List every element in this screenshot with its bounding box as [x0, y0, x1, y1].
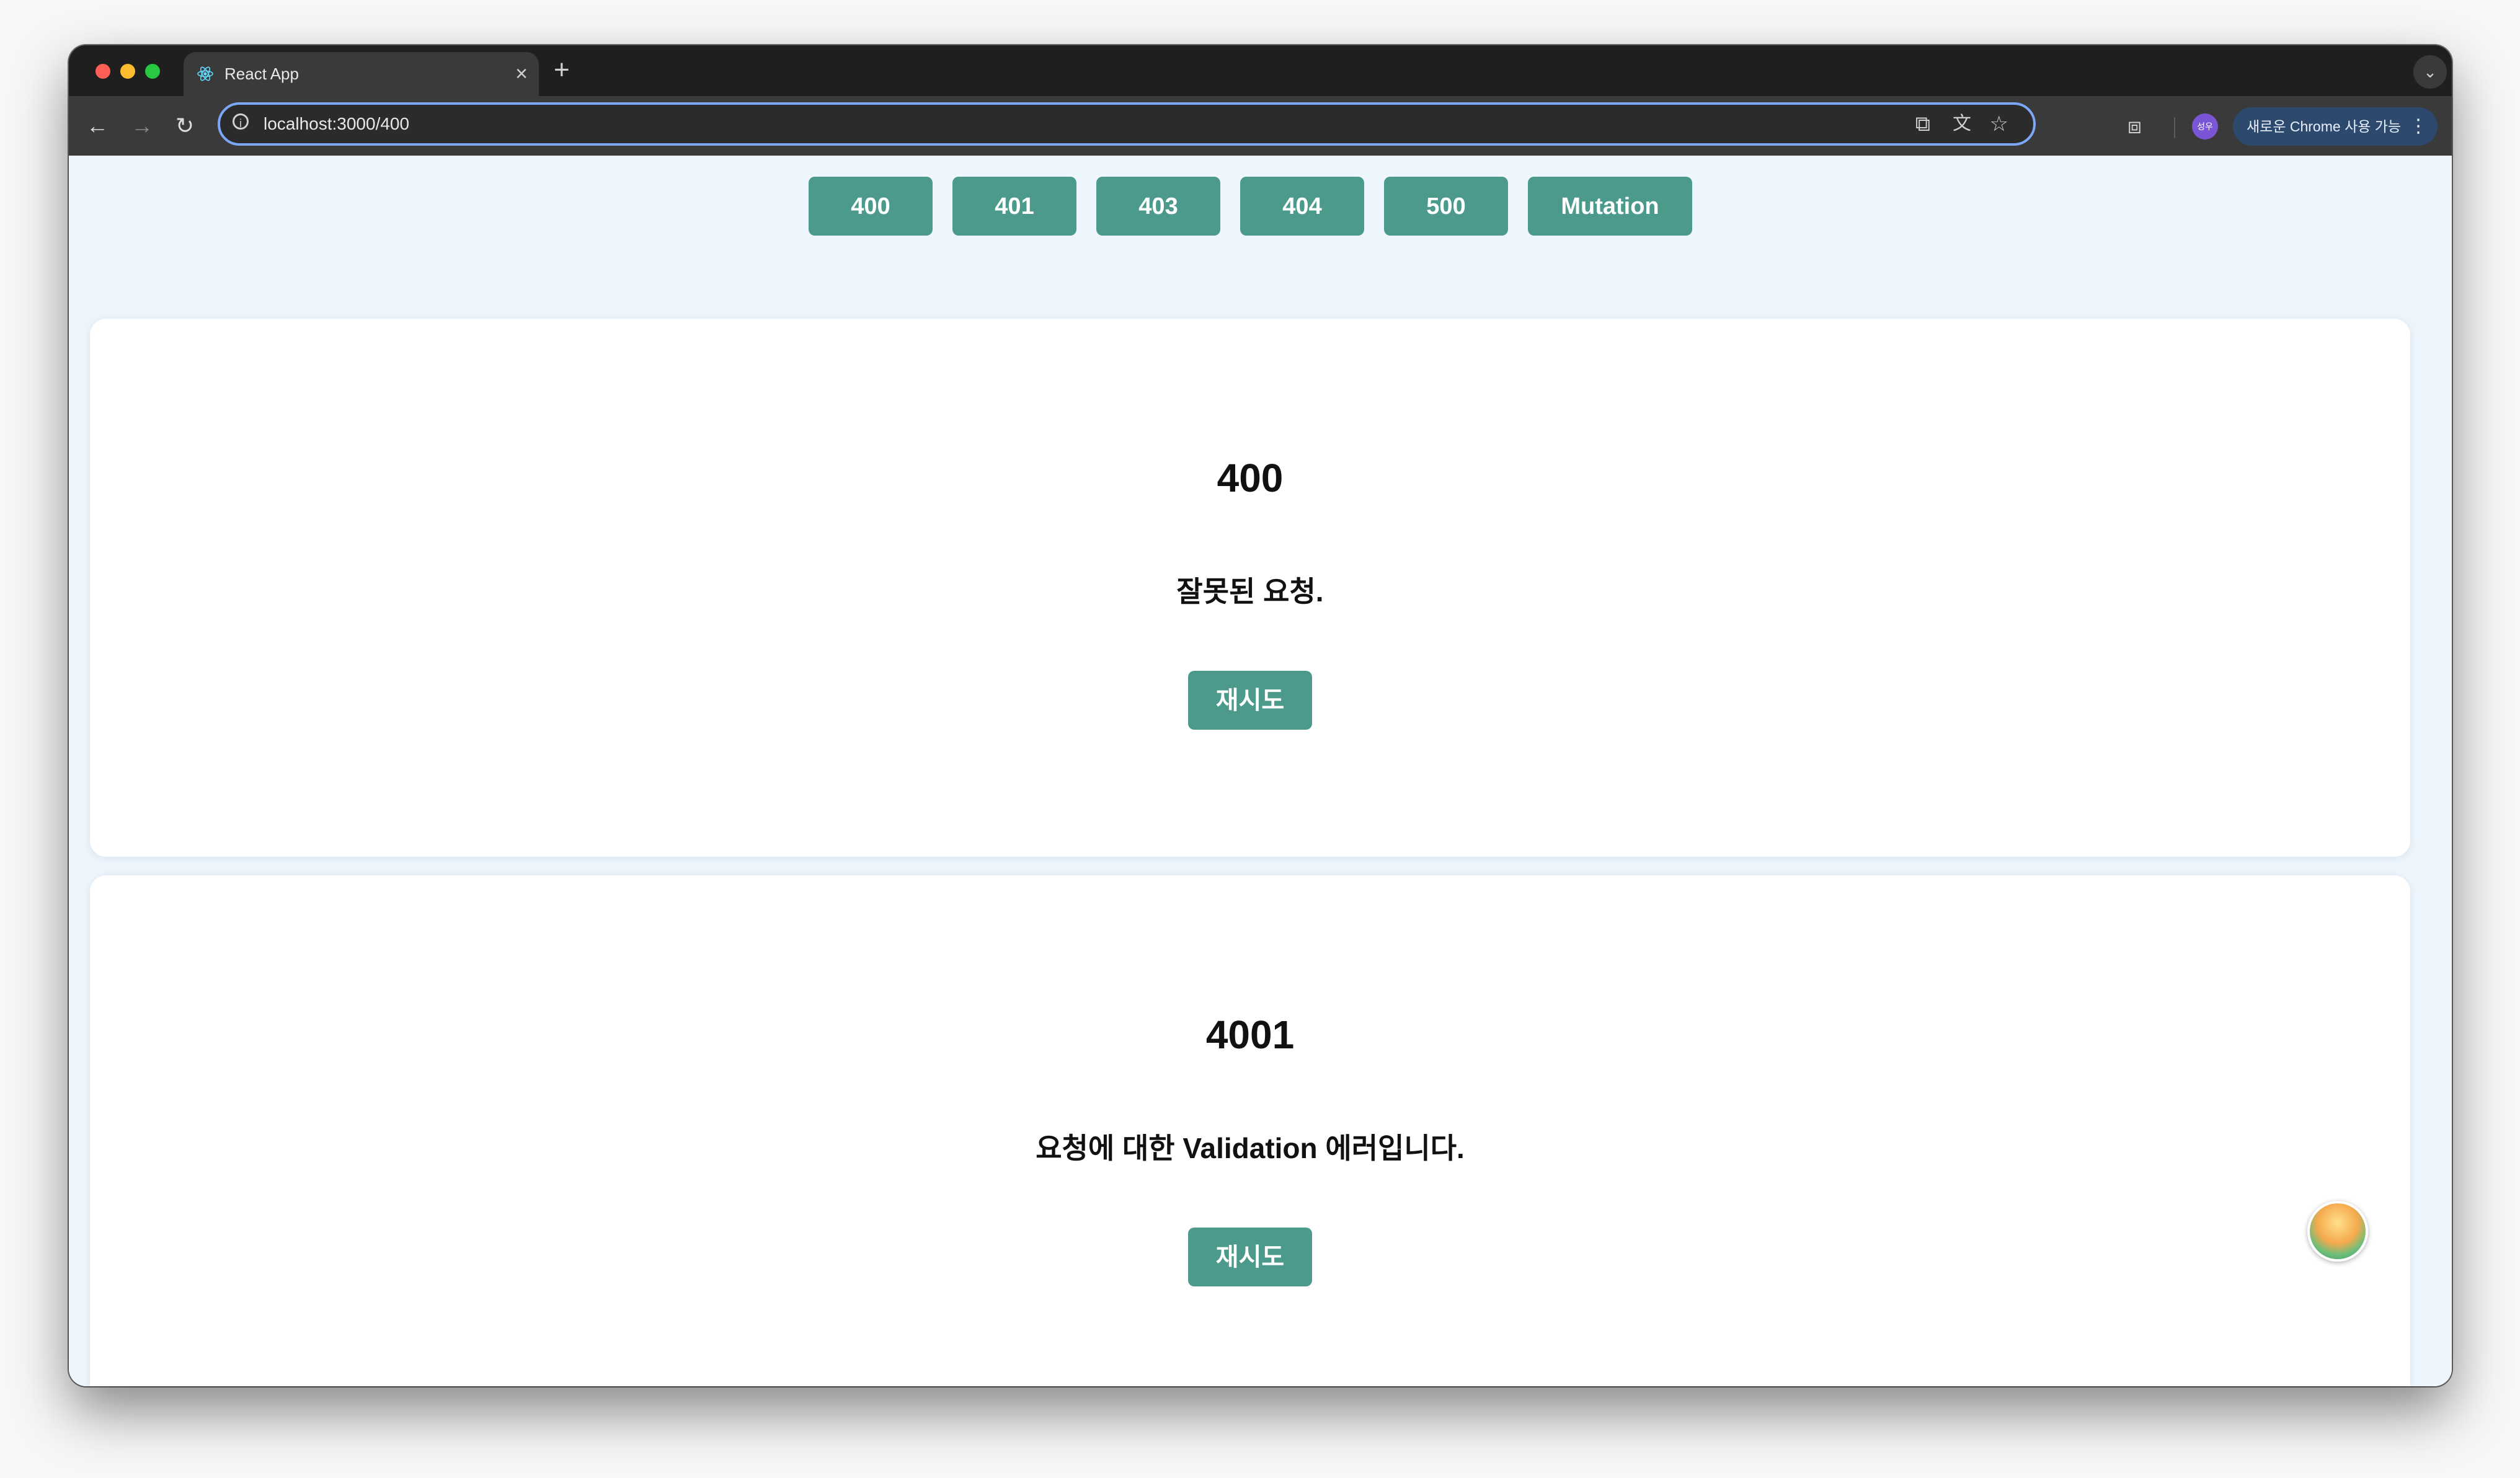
toolbar-divider: [2174, 117, 2175, 138]
retry-button[interactable]: 재시도: [1188, 671, 1312, 730]
react-logo-icon: [197, 66, 213, 81]
tab-close-icon[interactable]: ×: [515, 62, 528, 86]
tab-strip: React App × + ⌄: [69, 45, 2452, 96]
new-tab-icon[interactable]: +: [554, 55, 570, 85]
nav-button-401[interactable]: 401: [952, 177, 1076, 236]
nav-button-500[interactable]: 500: [1384, 177, 1508, 236]
address-bar[interactable]: i localhost:3000/400 ⧉ 文 ☆: [218, 102, 2036, 146]
address-url[interactable]: localhost:3000/400: [264, 113, 409, 135]
extensions-icon[interactable]: ⧈: [2127, 112, 2142, 139]
retry-button[interactable]: 재시도: [1188, 1228, 1312, 1286]
error-message: 요청에 대한 Validation 에러입니다.: [1036, 1132, 1465, 1164]
tab-search-icon[interactable]: ⌄: [2413, 55, 2447, 89]
tab-react-app[interactable]: React App ×: [184, 52, 539, 96]
open-external-icon[interactable]: ⧉: [1915, 111, 1930, 137]
nav-button-404[interactable]: 404: [1240, 177, 1364, 236]
back-icon[interactable]: ←: [86, 110, 109, 142]
floating-assistant-avatar[interactable]: [2307, 1201, 2368, 1262]
error-message: 잘못된 요청.: [1176, 575, 1324, 608]
error-card: 4001 요청에 대한 Validation 에러입니다. 재시도: [90, 875, 2410, 1386]
error-card: 400 잘못된 요청. 재시도: [90, 319, 2410, 857]
error-code: 4001: [1205, 1012, 1295, 1057]
chrome-update-button[interactable]: 새로운 Chrome 사용 가능 ⋮: [2233, 107, 2438, 146]
menu-more-icon[interactable]: ⋮: [2409, 107, 2428, 146]
update-label: 새로운 Chrome 사용 가능: [2247, 118, 2402, 135]
maximize-window-button[interactable]: [145, 64, 160, 79]
nav-button-403[interactable]: 403: [1096, 177, 1220, 236]
star-icon[interactable]: ☆: [1990, 111, 2008, 137]
minimize-window-button[interactable]: [120, 64, 135, 79]
info-icon[interactable]: i: [233, 113, 249, 130]
nav-button-400[interactable]: 400: [809, 177, 933, 236]
forward-icon[interactable]: →: [131, 110, 153, 142]
browser-window: React App × + ⌄ ← → ↻ i localhost:3000/4…: [69, 45, 2452, 1386]
translate-icon[interactable]: 文: [1953, 111, 1971, 137]
error-nav: 400 401 403 404 500 Mutation: [69, 177, 2452, 236]
tab-title: React App: [224, 64, 299, 83]
browser-toolbar: ← → ↻ i localhost:3000/400 ⧉ 文 ☆ ⧈ 성우 새로…: [69, 96, 2452, 156]
nav-button-mutation[interactable]: Mutation: [1528, 177, 1692, 236]
profile-avatar[interactable]: 성우: [2192, 113, 2218, 139]
close-window-button[interactable]: [95, 64, 110, 79]
reload-icon[interactable]: ↻: [175, 110, 194, 142]
browser-chrome: React App × + ⌄ ← → ↻ i localhost:3000/4…: [69, 45, 2452, 156]
error-code: 400: [1217, 456, 1284, 500]
page-content: 400 401 403 404 500 Mutation 400 잘못된 요청.…: [69, 156, 2452, 1386]
